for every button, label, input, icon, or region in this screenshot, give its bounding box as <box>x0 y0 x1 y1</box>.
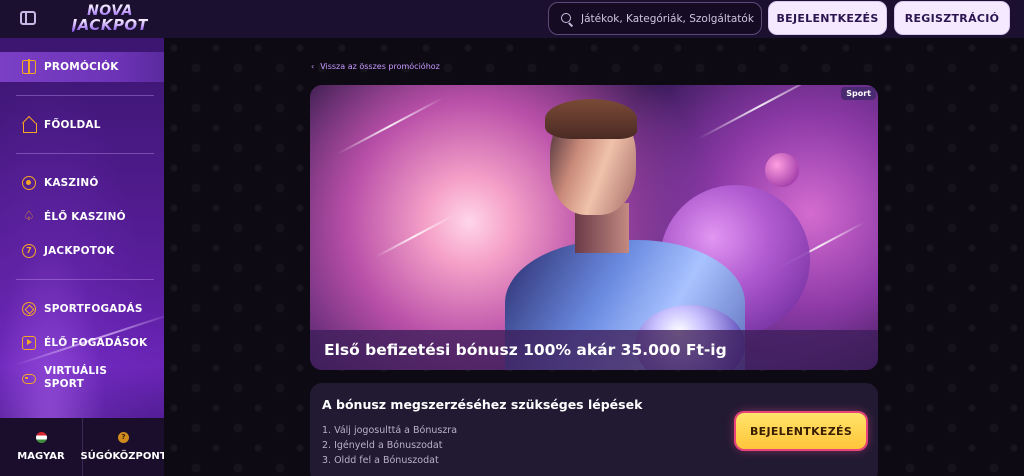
cta-login-button[interactable]: BEJELENTKEZÉS <box>736 413 866 449</box>
register-button[interactable]: REGISZTRÁCIÓ <box>894 1 1010 35</box>
banner-title-bar: Első befizetési bónusz 100% akár 35.000 … <box>310 330 878 370</box>
promo-title: Első befizetési bónusz 100% akár 35.000 … <box>324 341 727 359</box>
sidebar-item-label: KASZINÓ <box>44 177 99 189</box>
sidebar-item-label: FŐOLDAL <box>44 119 101 131</box>
home-icon <box>22 118 37 133</box>
play-icon <box>22 336 36 350</box>
category-badge: Sport <box>841 87 876 100</box>
sidebar-item-label: VIRTUÁLIS SPORT <box>44 365 108 390</box>
search-input[interactable] <box>581 12 761 25</box>
help-label: SÚGÓKÖZPONT <box>80 451 167 462</box>
sidebar-item-label: ÉLŐ KASZINÓ <box>44 211 126 223</box>
bonus-steps-card: A bónusz megszerzéséhez szükséges lépése… <box>310 383 878 476</box>
sidebar-item-label: PROMÓCIÓK <box>44 61 119 73</box>
steps-list: 1. Válj jogosulttá a Bónuszra 2. Igényel… <box>322 423 457 468</box>
sidebar-item-live-casino[interactable]: ♤ ÉLŐ KASZINÓ <box>0 202 164 232</box>
casino-chip-icon <box>22 176 36 190</box>
login-button[interactable]: BEJELENTKEZÉS <box>768 1 887 35</box>
language-selector[interactable]: MAGYAR <box>0 418 82 476</box>
logo[interactable]: NOVA JACKPOT <box>60 2 160 34</box>
sidebar-item-home[interactable]: FŐOLDAL <box>0 110 164 140</box>
sidebar-item-sports-betting[interactable]: SPORTFOGADÁS <box>0 294 164 324</box>
back-to-promotions-link[interactable]: ‹ Vissza az összes promócióhoz <box>311 62 440 71</box>
sidebar-item-live-betting[interactable]: ÉLŐ FOGADÁSOK <box>0 328 164 358</box>
language-label: MAGYAR <box>17 451 65 462</box>
sidebar-divider <box>16 279 154 280</box>
gamepad-icon <box>22 374 36 384</box>
chevron-left-icon: ‹ <box>311 62 315 71</box>
sidebar: PROMÓCIÓK FŐOLDAL KASZINÓ ♤ ÉLŐ KASZINÓ … <box>0 38 177 476</box>
logo-line2: JACKPOT <box>71 16 149 34</box>
help-center-link[interactable]: ? SÚGÓKÖZPONT <box>80 418 167 476</box>
promo-banner: Sport Első befizetési bónusz 100% akár 3… <box>310 85 878 370</box>
sidebar-item-label: JACKPOTOK <box>44 245 115 257</box>
planet-image <box>765 153 799 187</box>
soccer-ball-icon <box>22 302 36 316</box>
main-content: ‹ Vissza az összes promócióhoz Sport Első… <box>164 38 1024 476</box>
football-player-image <box>505 95 745 370</box>
sidebar-item-jackpots[interactable]: 7 JACKPOTOK <box>0 236 164 266</box>
help-icon: ? <box>118 432 129 443</box>
top-header: NOVA JACKPOT BEJELENTKEZÉS REGISZTRÁCIÓ <box>0 0 1024 38</box>
player-hair <box>545 99 637 139</box>
back-link-label: Vissza az összes promócióhoz <box>320 62 440 71</box>
sidebar-item-casino[interactable]: KASZINÓ <box>0 168 164 198</box>
hungarian-flag-icon <box>35 432 47 443</box>
list-item: 2. Igényeld a Bónuszodat <box>322 440 443 451</box>
gift-icon <box>22 59 36 74</box>
sidebar-item-virtual-sport[interactable]: VIRTUÁLIS SPORT <box>0 362 164 394</box>
seven-icon: 7 <box>22 244 36 258</box>
sidebar-item-label: SPORTFOGADÁS <box>44 303 143 315</box>
sidebar-item-label: ÉLŐ FOGADÁSOK <box>44 337 148 349</box>
sidebar-toggle-icon[interactable] <box>20 11 36 25</box>
steps-title: A bónusz megszerzéséhez szükséges lépése… <box>322 397 643 412</box>
sidebar-footer: MAGYAR ? SÚGÓKÖZPONT <box>0 418 167 476</box>
list-item: 3. Oldd fel a Bónuszodat <box>322 455 439 466</box>
decorative-streak <box>374 213 456 259</box>
decorative-streak <box>336 96 444 156</box>
sidebar-divider <box>16 153 154 154</box>
search-icon <box>561 12 573 25</box>
sidebar-divider <box>16 95 154 96</box>
sidebar-item-promotions[interactable]: PROMÓCIÓK <box>0 52 164 82</box>
search-box[interactable] <box>548 2 762 35</box>
list-item: 1. Válj jogosulttá a Bónuszra <box>322 425 458 436</box>
spade-icon: ♤ <box>23 209 35 224</box>
